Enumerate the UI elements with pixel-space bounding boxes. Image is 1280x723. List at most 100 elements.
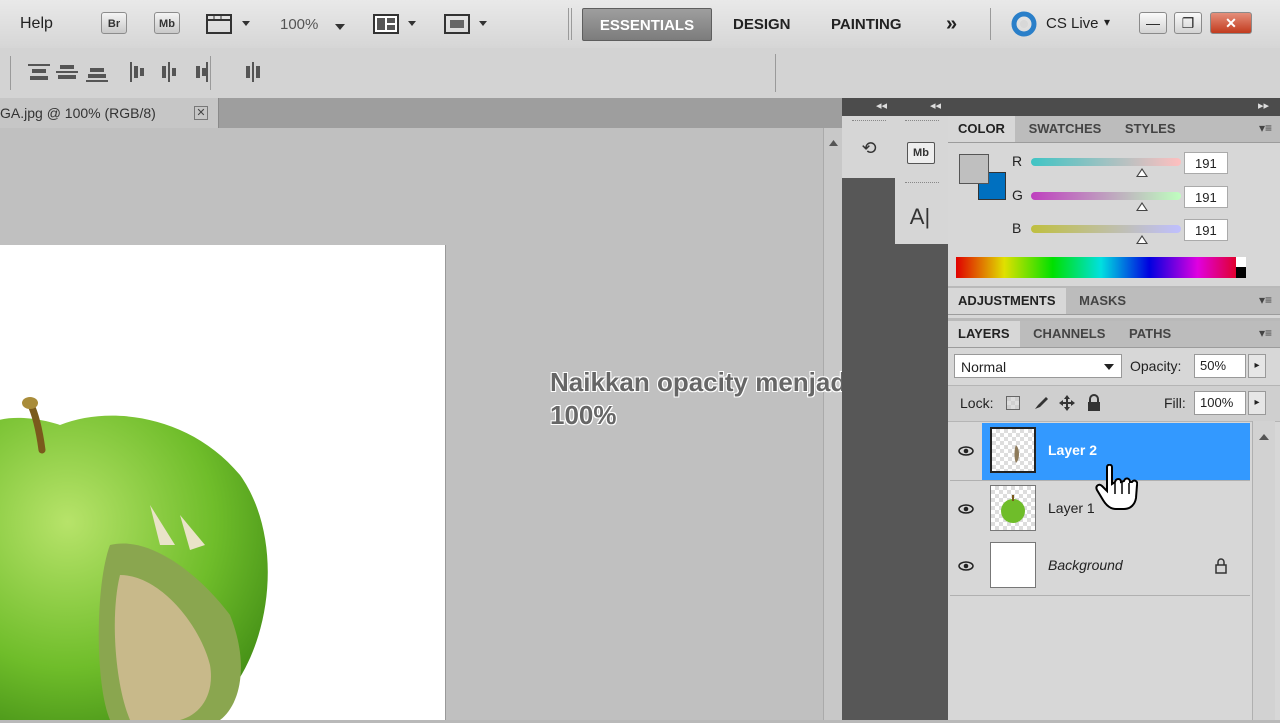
- tab-layers[interactable]: LAYERS: [948, 321, 1020, 347]
- opacity-slider-arrow-icon[interactable]: ▸: [1248, 354, 1266, 378]
- tab-color[interactable]: COLOR: [948, 116, 1015, 142]
- foreground-color-swatch[interactable]: [959, 154, 989, 184]
- zoom-dropdown-chevron-icon[interactable]: [334, 19, 346, 34]
- divider: [568, 8, 569, 40]
- lock-transparent-pixels-icon[interactable]: [1006, 396, 1020, 410]
- lock-image-pixels-brush-icon[interactable]: [1032, 394, 1050, 412]
- collapse-icons-chevron-icon[interactable]: ◂◂: [876, 99, 887, 112]
- green-value-field[interactable]: 191: [1184, 186, 1228, 208]
- layer-1-name[interactable]: Layer 1: [1048, 500, 1095, 516]
- white-swatch[interactable]: [1236, 257, 1246, 267]
- divider: [775, 54, 776, 92]
- blue-slider-thumb[interactable]: [1136, 235, 1148, 244]
- dock-header: ◂◂ ◂◂ ▸▸: [842, 98, 1280, 116]
- green-apple-image: [0, 397, 268, 720]
- tab-styles[interactable]: STYLES: [1115, 116, 1186, 142]
- layers-scrollbar[interactable]: [1252, 421, 1275, 720]
- color-spectrum-ramp[interactable]: [956, 257, 1246, 278]
- adjustments-panel-tabs: ADJUSTMENTS MASKS: [948, 288, 1280, 315]
- lock-row: Lock: Fill: 100% ▸: [948, 385, 1280, 422]
- mini-bridge-panel-icon[interactable]: Mb: [907, 142, 935, 164]
- cs-live-icon: [1011, 11, 1037, 37]
- arrange-documents-button[interactable]: [372, 13, 420, 38]
- blue-slider[interactable]: [1031, 225, 1181, 233]
- collapse-panels-chevron-icon[interactable]: ◂◂: [930, 99, 941, 112]
- red-value-field[interactable]: 191: [1184, 152, 1228, 174]
- layer-lock-icon: [1215, 558, 1227, 574]
- close-document-icon[interactable]: ✕: [194, 106, 208, 120]
- zoom-level[interactable]: 100%: [280, 16, 318, 33]
- opacity-field[interactable]: 50%: [1194, 354, 1246, 378]
- tutorial-caption-line2: 100%: [550, 400, 617, 430]
- divider: [210, 56, 211, 90]
- cs-live-label: CS Live: [1046, 15, 1099, 32]
- panel-menu-icon[interactable]: ▾≡: [1259, 121, 1272, 135]
- view-extras-button[interactable]: [206, 13, 254, 38]
- more-workspaces-chevron-icon[interactable]: »: [936, 8, 967, 41]
- red-slider-thumb[interactable]: [1136, 168, 1148, 177]
- opacity-label: Opacity:: [1130, 358, 1182, 374]
- application-menu-bar: Help Br Mb 100% ESSENTIALS DESIGN PAINTI…: [0, 0, 1280, 49]
- panel-menu-icon[interactable]: ▾≡: [1259, 293, 1272, 307]
- options-bar: [0, 48, 1280, 99]
- black-swatch[interactable]: [1236, 267, 1246, 278]
- lock-all-padlock-icon[interactable]: [1086, 394, 1102, 412]
- workspace-design[interactable]: DESIGN: [723, 8, 801, 41]
- divider: [10, 56, 11, 90]
- scroll-up-arrow-icon[interactable]: [1253, 429, 1275, 445]
- view-extras-icon: [206, 14, 250, 34]
- layers-panel-tabs: LAYERS CHANNELS PATHS: [948, 321, 1280, 348]
- bridge-button[interactable]: Br: [101, 12, 127, 34]
- tab-channels[interactable]: CHANNELS: [1023, 321, 1115, 347]
- layer-row-background[interactable]: Background: [950, 538, 1250, 596]
- red-slider[interactable]: [1031, 158, 1181, 166]
- red-label: R: [1012, 153, 1023, 169]
- fill-slider-arrow-icon[interactable]: ▸: [1248, 391, 1266, 415]
- document-tab[interactable]: GA.jpg @ 100% (RGB/8): [0, 98, 219, 128]
- green-slider[interactable]: [1031, 192, 1181, 200]
- align-distribute-icons[interactable]: [26, 60, 276, 86]
- workspace-essentials[interactable]: ESSENTIALS: [582, 8, 712, 41]
- tab-masks[interactable]: MASKS: [1069, 288, 1136, 314]
- tab-swatches[interactable]: SWATCHES: [1019, 116, 1112, 142]
- background-thumbnail: [990, 542, 1036, 588]
- blue-value-field[interactable]: 191: [1184, 219, 1228, 241]
- tab-adjustments[interactable]: ADJUSTMENTS: [948, 288, 1066, 314]
- layer-2-thumbnail: [990, 427, 1036, 473]
- blue-label: B: [1012, 220, 1022, 236]
- minimize-button[interactable]: —: [1139, 12, 1167, 34]
- scroll-up-arrow-icon[interactable]: [824, 134, 843, 154]
- chevron-down-icon: [1104, 364, 1114, 370]
- green-label: G: [1012, 187, 1023, 203]
- layer-2-name[interactable]: Layer 2: [1048, 442, 1097, 458]
- fill-label: Fill:: [1164, 395, 1186, 411]
- green-slider-thumb[interactable]: [1136, 202, 1148, 211]
- color-panel: COLOR SWATCHES STYLES ▾≡ R 191 G 191 B 1…: [948, 116, 1280, 286]
- layer-1-thumbnail: [990, 485, 1036, 531]
- tab-paths[interactable]: PATHS: [1119, 321, 1181, 347]
- visibility-eye-icon[interactable]: [958, 443, 974, 459]
- divider: [990, 8, 991, 40]
- history-panel-icon[interactable]: ⟲: [854, 138, 884, 159]
- close-window-button[interactable]: ✕: [1210, 12, 1252, 34]
- workspace-painting[interactable]: PAINTING: [821, 8, 912, 41]
- character-panel-icon[interactable]: A|: [905, 204, 935, 230]
- menu-help[interactable]: Help: [20, 15, 53, 33]
- lock-position-move-icon[interactable]: [1058, 394, 1076, 412]
- fill-field[interactable]: 100%: [1194, 391, 1246, 415]
- arrange-documents-icon: [373, 14, 416, 34]
- divider: [571, 8, 572, 40]
- mini-bridge-button[interactable]: Mb: [154, 12, 180, 34]
- restore-button[interactable]: ❐: [1174, 12, 1202, 34]
- panel-menu-icon[interactable]: ▾≡: [1259, 326, 1272, 340]
- visibility-eye-icon[interactable]: [958, 558, 974, 574]
- document-canvas[interactable]: [0, 245, 445, 720]
- screen-mode-button[interactable]: [443, 13, 491, 38]
- background-layer-name[interactable]: Background: [1048, 557, 1123, 573]
- cs-live-chevron-icon: ▾: [1104, 15, 1111, 29]
- visibility-eye-icon[interactable]: [958, 501, 974, 517]
- screen-mode-icon: [444, 14, 487, 34]
- blend-mode-select[interactable]: Normal: [954, 354, 1122, 378]
- expand-panels-chevron-icon[interactable]: ▸▸: [1258, 99, 1269, 112]
- lock-label: Lock:: [960, 395, 994, 411]
